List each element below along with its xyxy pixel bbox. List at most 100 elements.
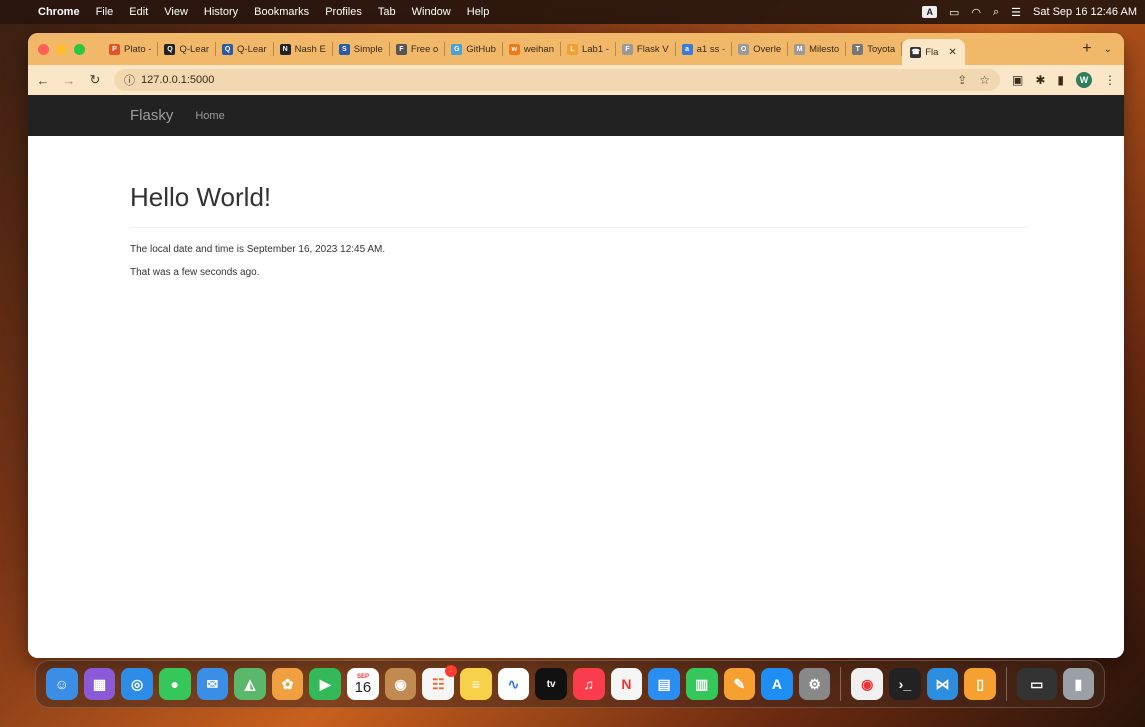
back-button[interactable]: ← — [36, 73, 50, 88]
app-store-icon[interactable]: A — [761, 668, 793, 700]
bookmark-star-icon[interactable]: ☆ — [979, 73, 990, 87]
terminal-icon[interactable]: ›_ — [889, 668, 921, 700]
tab-label: weihan — [523, 43, 554, 55]
browser-tab[interactable]: F Free o — [390, 42, 446, 56]
menu-file[interactable]: File — [88, 6, 122, 18]
battery-icon[interactable]: ▭ — [949, 6, 959, 19]
tab-favicon-icon: T — [852, 43, 864, 55]
menu-edit[interactable]: Edit — [121, 6, 156, 18]
profile-avatar[interactable]: W — [1076, 72, 1092, 88]
vscode-icon[interactable]: ⋈ — [926, 668, 959, 700]
tab-favicon-icon: ☎ — [910, 46, 922, 58]
active-browser-tab[interactable]: ☎ Fla ✕ — [902, 39, 965, 65]
nav-home-link[interactable]: Home — [195, 110, 224, 122]
browser-tab[interactable]: a a1 ss - — [676, 42, 733, 56]
url-text[interactable]: 127.0.0.1:5000 — [141, 74, 214, 86]
browser-tab[interactable]: P Plato - — [103, 42, 159, 56]
control-center-icon[interactable]: ☰ — [1011, 6, 1021, 19]
numbers-icon[interactable]: ▥ — [685, 668, 718, 700]
safari-icon[interactable]: ◎ — [121, 668, 153, 700]
keynote-icon[interactable]: ▤ — [648, 668, 680, 700]
site-info-icon[interactable]: ⓘ — [124, 72, 135, 88]
facetime-icon[interactable]: ▶ — [309, 668, 342, 700]
mail-icon[interactable]: ✉ — [196, 668, 229, 700]
photos-icon[interactable]: ✿ — [271, 668, 304, 700]
music-icon[interactable]: ♫ — [572, 668, 605, 700]
tab-list: P Plato - Q Q-Lear Q Q-Lear N Nash E S Simple F Fre… — [103, 33, 1070, 65]
launchpad-icon[interactable]: ▦ — [83, 668, 116, 700]
side-panel-icon[interactable]: ▮ — [1057, 73, 1064, 87]
address-bar[interactable]: ⓘ 127.0.0.1:5000 ⇪ ☆ — [114, 69, 1000, 91]
browser-tab[interactable]: M Milesto — [788, 42, 847, 56]
tab-favicon-icon: N — [279, 43, 291, 55]
messages-icon[interactable]: ● — [158, 668, 191, 700]
menu-bar: Chrome File Edit View History Bookmarks … — [0, 0, 1145, 24]
menu-clock[interactable]: Sat Sep 16 12:46 AM — [1033, 6, 1137, 18]
finder-icon[interactable]: ☺ — [46, 668, 78, 700]
system-settings-icon[interactable]: ⚙ — [798, 668, 831, 700]
fullscreen-window-button[interactable] — [74, 43, 85, 55]
menu-view[interactable]: View — [156, 6, 196, 18]
window-controls — [38, 43, 85, 55]
tab-favicon-icon: P — [109, 43, 120, 55]
calendar-day: 16 — [354, 678, 372, 696]
tab-favicon-icon: F — [621, 43, 633, 55]
spotlight-search-icon[interactable]: ⌕ — [993, 6, 999, 19]
web-page: Flasky Home Hello World! The local date … — [28, 95, 1124, 658]
browser-tab[interactable]: Q Q-Lear — [158, 42, 217, 56]
tab-favicon-icon: a — [681, 43, 693, 55]
browser-menu-icon[interactable]: ⋮ — [1104, 73, 1116, 87]
forward-button[interactable]: → — [62, 73, 76, 88]
browser-tab[interactable]: Q Q-Lear — [216, 42, 274, 56]
minimized-window-thumbnail[interactable]: ▭ — [1016, 668, 1057, 700]
tab-favicon-icon: Q — [222, 43, 234, 55]
menu-window[interactable]: Window — [404, 6, 459, 18]
maps-icon[interactable]: ◭ — [234, 668, 266, 700]
menu-bookmarks[interactable]: Bookmarks — [246, 6, 317, 18]
trash-icon[interactable]: ▮ — [1062, 668, 1095, 700]
reload-button[interactable]: ↻ — [88, 72, 102, 88]
freeform-icon[interactable]: ∿ — [497, 668, 530, 700]
tab-favicon-icon: S — [338, 43, 350, 55]
chrome-icon[interactable]: ◉ — [851, 668, 884, 700]
browser-tab[interactable]: F Flask V — [616, 42, 676, 56]
share-icon[interactable]: ⇪ — [957, 73, 967, 87]
reminders-icon[interactable]: ☷ 1 — [422, 665, 458, 700]
news-icon[interactable]: N — [610, 668, 643, 700]
tab-label: Q-Lear — [237, 43, 267, 55]
menu-tab[interactable]: Tab — [370, 6, 404, 18]
browser-tab[interactable]: G GitHub — [445, 42, 503, 56]
tab-label: Lab1 - — [581, 43, 609, 55]
books-icon[interactable]: ▯ — [964, 668, 996, 700]
calendar-icon[interactable]: SEP 16 — [347, 668, 379, 700]
menu-app-name[interactable]: Chrome — [30, 6, 88, 18]
tab-label: Free o — [410, 43, 439, 55]
navbar-brand[interactable]: Flasky — [130, 107, 173, 124]
tab-label: GitHub — [466, 43, 496, 55]
menu-history[interactable]: History — [196, 6, 246, 18]
contacts-icon[interactable]: ◉ — [384, 668, 417, 700]
input-source-indicator[interactable]: A — [922, 6, 937, 18]
extensions-puzzle-icon[interactable]: ✱ — [1035, 73, 1045, 87]
browser-tab[interactable]: L Lab1 - — [561, 42, 616, 56]
local-datetime-text: The local date and time is September 16,… — [130, 244, 386, 255]
close-tab-icon[interactable]: ✕ — [948, 47, 956, 58]
pages-icon[interactable]: ✎ — [723, 668, 756, 700]
menu-profiles[interactable]: Profiles — [317, 6, 370, 18]
tab-label: Simple — [353, 43, 383, 55]
browser-tab[interactable]: T Toyota — [846, 42, 903, 56]
extension-icon[interactable]: ▣ — [1012, 73, 1023, 87]
browser-tab[interactable]: S Simple — [333, 42, 390, 56]
browser-tab[interactable]: N Nash E — [274, 42, 333, 56]
tab-label: a1 ss - — [696, 43, 726, 55]
close-window-button[interactable] — [38, 43, 49, 55]
browser-tab[interactable]: w weihan — [503, 42, 561, 56]
new-tab-button[interactable]: + — [1070, 40, 1103, 58]
minimize-window-button[interactable] — [56, 43, 67, 55]
notes-icon[interactable]: ≡ — [460, 668, 492, 700]
browser-tab[interactable]: O Overle — [732, 42, 789, 56]
menu-help[interactable]: Help — [459, 6, 498, 18]
wifi-icon[interactable]: ◠ — [971, 6, 981, 19]
apple-tv-icon[interactable]: tv — [535, 668, 567, 700]
tab-search-chevron-icon[interactable]: ⌄ — [1104, 44, 1124, 55]
